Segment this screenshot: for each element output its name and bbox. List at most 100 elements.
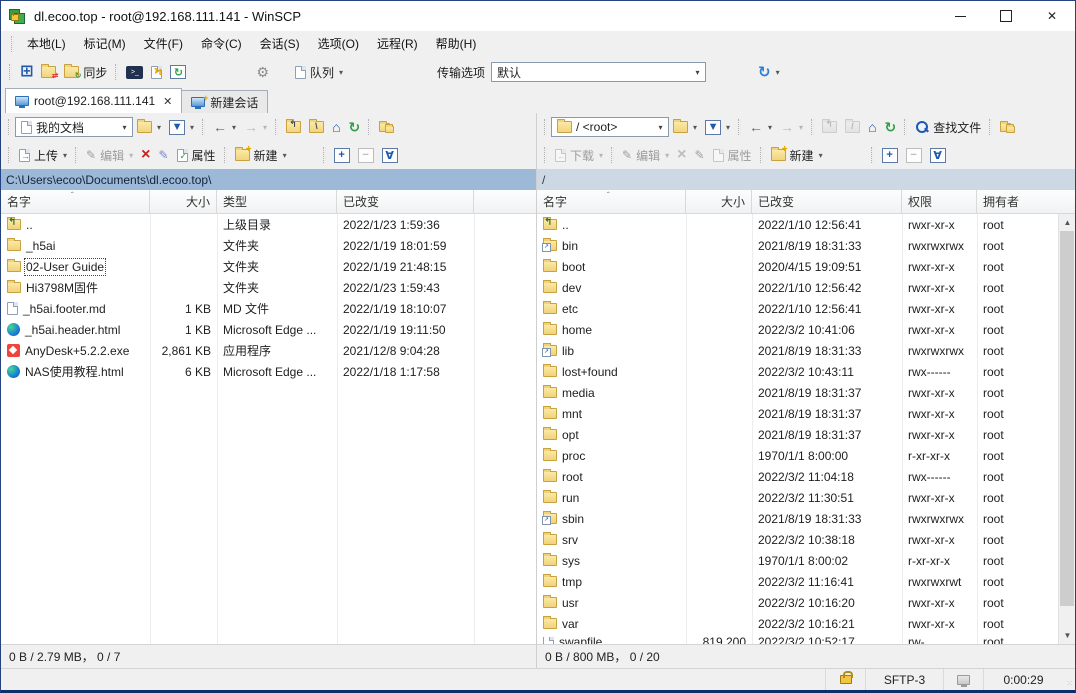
file-row[interactable]: root2022/3/2 11:04:18rwx------root [537,466,1058,487]
column-header-name[interactable]: 名字ˆ [1,190,150,213]
local-edit-button[interactable]: ✎编辑▾ [82,145,137,166]
column-header-size[interactable]: 大小 [150,190,217,213]
file-row[interactable]: _h5ai.footer.md1 KBMD 文件2022/1/19 18:10:… [1,298,536,319]
column-header-type[interactable]: 类型 [217,190,337,213]
local-root-dir-button[interactable]: \ [305,119,328,135]
local-drive-select[interactable]: 我的文档 ▾ [15,117,133,137]
local-filter-button[interactable]: ▼▾ [165,118,198,137]
remote-unselect-button[interactable]: − [902,146,926,165]
console-button[interactable]: Ϟ [147,64,166,81]
local-home-button[interactable]: ⌂ [328,118,344,136]
remote-back-button[interactable]: ←▾ [745,118,776,136]
status-protocol[interactable]: SFTP-3 [865,669,943,690]
commander-view-button[interactable]: ⊞ [16,62,37,82]
file-row[interactable]: bin2021/8/19 18:31:33rwxrwxrwxroot [537,235,1058,256]
file-row[interactable]: opt2021/8/19 18:31:37rwxr-xr-xroot [537,424,1058,445]
remote-home-button[interactable]: ⌂ [864,118,880,136]
remote-properties-button[interactable]: 属性 [709,145,756,166]
menu-item[interactable]: 帮助(H) [427,31,486,56]
file-row[interactable]: _h5ai文件夹2022/1/19 18:01:59 [1,235,536,256]
local-open-dir-button[interactable]: ▾ [133,119,165,135]
status-encryption[interactable] [825,669,865,690]
menu-item[interactable]: 会话(S) [251,31,309,56]
transfer-settings-select[interactable]: 默认 ▾ [491,62,706,82]
remote-filter-button[interactable]: ▼▾ [701,118,734,137]
remote-rename-button[interactable]: ✎ [690,147,708,163]
remote-refresh-button[interactable]: ↻ [881,118,901,136]
menu-item[interactable]: 远程(R) [368,31,427,56]
local-properties-button[interactable]: ✓属性 [173,145,220,166]
remote-parent-dir-button[interactable]: ↰ [818,119,841,135]
file-row[interactable]: home2022/3/2 10:41:06rwxr-xr-xroot [537,319,1058,340]
file-row[interactable]: swapfile819,2002022/3/2 10:52:17rw-root [537,634,1058,644]
file-row[interactable]: lib2021/8/19 18:31:33rwxrwxrwxroot [537,340,1058,361]
tab-close-icon[interactable]: ✕ [163,95,172,108]
file-row[interactable]: usr2022/3/2 10:16:20rwxr-xr-xroot [537,592,1058,613]
file-row[interactable]: var2022/3/2 10:16:21rwxr-xr-xroot [537,613,1058,634]
terminal-button[interactable]: >_ [122,64,147,81]
session-tab-active[interactable]: root@192.168.111.141 ✕ [5,88,182,113]
file-row[interactable]: ..上级目录2022/1/23 1:59:36 [1,214,536,235]
session-generate-button[interactable]: ↻▾ [754,63,784,82]
remote-root-dir-button[interactable]: / [841,119,864,135]
remote-path-bar[interactable]: / [537,169,1075,190]
scroll-down-icon[interactable]: ▼ [1059,627,1075,644]
file-row[interactable]: sbin2021/8/19 18:31:33rwxrwxrwxroot [537,508,1058,529]
scrollbar-thumb[interactable] [1060,231,1074,606]
remote-select-button[interactable]: + [878,146,902,165]
local-parent-dir-button[interactable]: ↰ [282,119,305,135]
file-row[interactable]: dev2022/1/10 12:56:42rwxr-xr-xroot [537,277,1058,298]
download-button[interactable]: ←下载▾ [551,145,607,166]
column-header-owner[interactable]: 拥有者 [977,190,1075,213]
resize-grip[interactable] [1063,669,1075,690]
refresh-session-button[interactable]: ↻ [166,63,190,81]
column-header-size[interactable]: 大小 [686,190,752,213]
column-header-changed[interactable]: 已改变 [337,190,474,213]
local-unselect-button[interactable]: − [354,146,378,165]
file-row[interactable]: run2022/3/2 11:30:51rwxr-xr-xroot [537,487,1058,508]
remote-open-dir-button[interactable]: ▾ [669,119,701,135]
menu-item[interactable]: 本地(L) [18,31,75,56]
file-row[interactable]: srv2022/3/2 10:38:18rwxr-xr-xroot [537,529,1058,550]
menu-item[interactable]: 标记(M) [75,31,135,56]
local-path-bar[interactable]: C:\Users\ecoo\Documents\dl.ecoo.top\ [1,169,536,190]
remote-edit-button[interactable]: ✎编辑▾ [618,145,673,166]
scrollbar[interactable]: ▲ ▼ [1058,214,1075,644]
queue-button[interactable]: 队列▾ [291,62,347,83]
new-session-tab[interactable]: + 新建会话 [182,90,268,113]
local-new-button[interactable]: +新建▾ [231,145,291,166]
local-back-button[interactable]: ←▾ [209,118,240,136]
file-row[interactable]: AnyDesk+5.2.2.exe2,861 KB应用程序2021/12/8 9… [1,340,536,361]
remote-dir-select[interactable]: / <root> ▾ [551,117,669,137]
preferences-button[interactable]: ⚙ [252,63,273,81]
remote-forward-button[interactable]: →▾ [776,118,807,136]
file-row[interactable]: Hi3798M固件文件夹2022/1/23 1:59:43 [1,277,536,298]
close-button[interactable] [1029,1,1075,31]
file-row[interactable]: tmp2022/3/2 11:16:41rwxrwxrwtroot [537,571,1058,592]
menu-item[interactable]: 选项(O) [309,31,368,56]
remote-dir-tree-button[interactable] [996,121,1015,134]
local-delete-button[interactable]: × [137,145,154,165]
remote-delete-button[interactable]: × [673,145,690,165]
maximize-button[interactable] [983,1,1029,31]
local-forward-button[interactable]: →▾ [240,118,271,136]
file-row[interactable]: sys1970/1/1 8:00:02r-xr-xr-xroot [537,550,1058,571]
menu-item[interactable]: 文件(F) [135,31,192,56]
synchronize-button[interactable]: ↻同步 [60,62,111,83]
file-row[interactable]: etc2022/1/10 12:56:41rwxr-xr-xroot [537,298,1058,319]
file-row[interactable]: mnt2021/8/19 18:31:37rwxr-xr-xroot [537,403,1058,424]
file-row[interactable]: lost+found2022/3/2 10:43:11rwx------root [537,361,1058,382]
menu-item[interactable]: 命令(C) [192,31,251,56]
local-refresh-button[interactable]: ↻ [345,118,365,136]
remote-select-same-button[interactable]: ∀ [926,146,950,165]
file-row[interactable]: ..2022/1/10 12:56:41rwxr-xr-xroot [537,214,1058,235]
minimize-button[interactable] [937,1,983,31]
local-select-same-button[interactable]: ∀ [378,146,402,165]
scroll-up-icon[interactable]: ▲ [1059,214,1075,231]
upload-button[interactable]: →上传▾ [15,145,71,166]
column-header-perm[interactable]: 权限 [902,190,977,213]
find-files-button[interactable]: 查找文件 [911,117,985,138]
remote-new-button[interactable]: +新建▾ [767,145,827,166]
local-select-button[interactable]: + [330,146,354,165]
sync-browsing-button[interactable]: ⇄ [37,64,60,80]
